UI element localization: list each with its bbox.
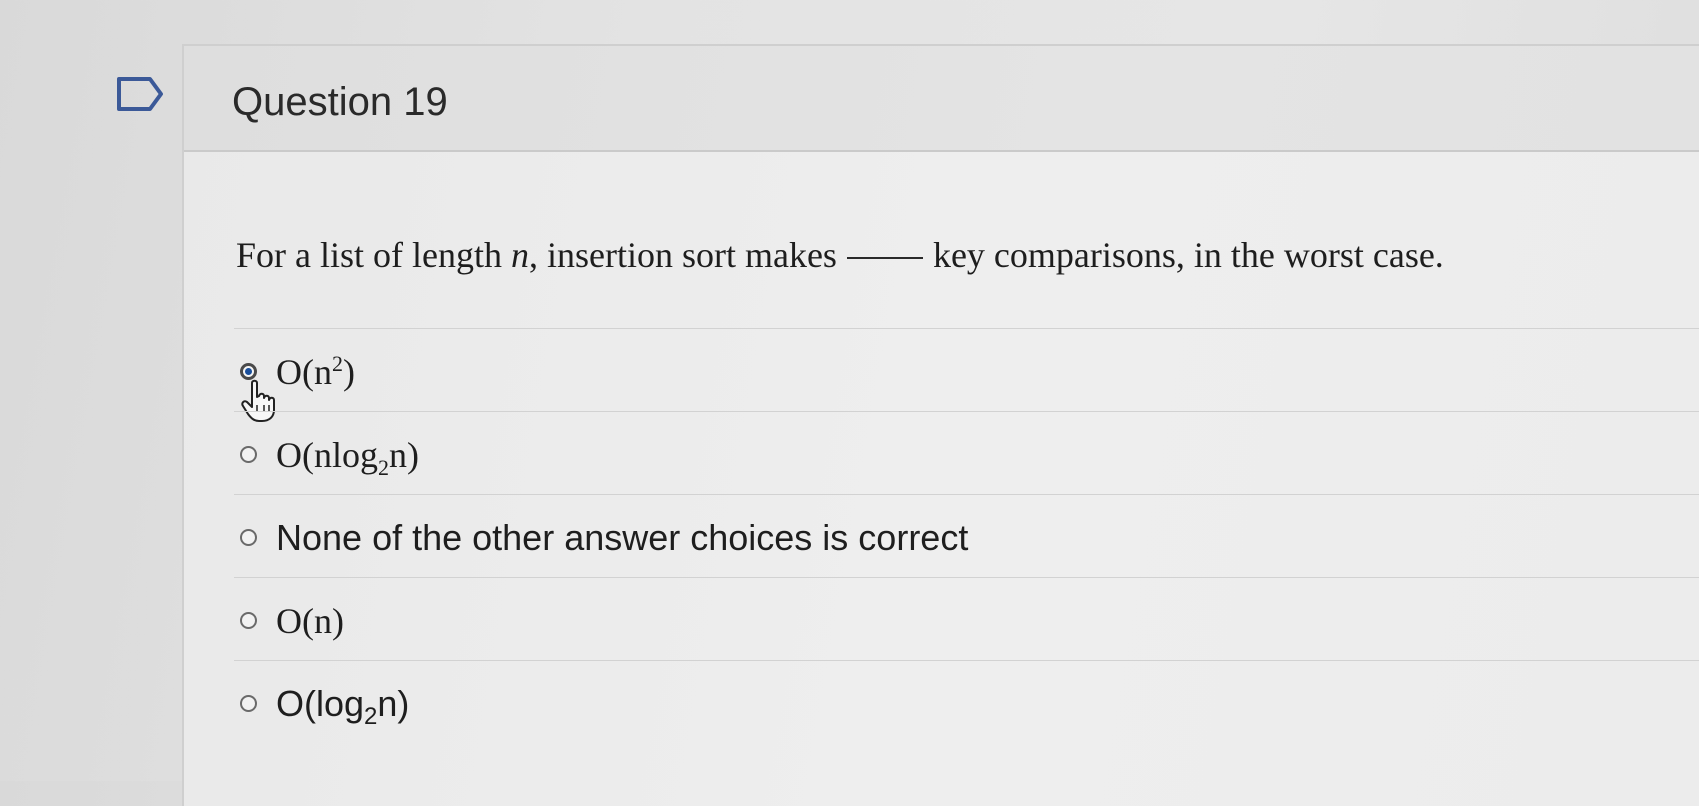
answer-blank <box>846 257 923 259</box>
question-title: Question 19 <box>232 80 448 124</box>
radio-button-selected[interactable] <box>240 363 257 380</box>
answer-label-5-tail: n) <box>377 683 410 724</box>
answer-label-5-sub: 2 <box>364 703 378 731</box>
question-card: Question 19 For a list of length n, inse… <box>182 44 1699 806</box>
answer-label-2-tail: n) <box>389 435 419 475</box>
question-variable: n <box>510 235 529 275</box>
flag-question-icon[interactable] <box>116 76 164 112</box>
answer-label-1-base: O(n <box>276 352 332 392</box>
radio-button[interactable] <box>240 695 257 712</box>
radio-button[interactable] <box>240 612 257 629</box>
answer-label-3[interactable]: None of the other answer choices is corr… <box>276 517 968 559</box>
question-text-before: For a list of length <box>236 235 511 275</box>
answer-list: O(n2) O(nlog2n) None of the other answer… <box>234 328 1699 743</box>
answer-option-3[interactable]: None of the other answer choices is corr… <box>234 494 1699 577</box>
answer-option-2[interactable]: O(nlog2n) <box>234 411 1699 494</box>
answer-label-5-base: O(log <box>276 683 365 724</box>
question-text-after: key comparisons, in the worst case. <box>932 235 1444 275</box>
radio-button[interactable] <box>240 529 257 546</box>
answer-label-4[interactable]: O(n) <box>276 600 344 642</box>
question-text: For a list of length n, insertion sort m… <box>236 234 1444 276</box>
answer-option-5[interactable]: O(log2n) <box>234 660 1699 743</box>
radio-button[interactable] <box>240 446 257 463</box>
answer-label-2[interactable]: O(nlog2n) <box>276 434 419 481</box>
question-text-middle: , insertion sort makes <box>528 235 837 275</box>
answer-label-2-sub: 2 <box>378 455 389 481</box>
answer-label-5[interactable]: O(log2n) <box>276 683 409 731</box>
answer-label-1-sup: 2 <box>332 351 343 376</box>
answer-option-1[interactable]: O(n2) <box>234 328 1699 422</box>
answer-label-1[interactable]: O(n2) <box>276 351 355 393</box>
answer-label-2-base: O(nlog <box>276 435 378 475</box>
answer-option-4[interactable]: O(n) <box>234 577 1699 660</box>
answer-label-1-tail: ) <box>343 352 355 392</box>
question-header: Question 19 <box>184 46 1699 152</box>
